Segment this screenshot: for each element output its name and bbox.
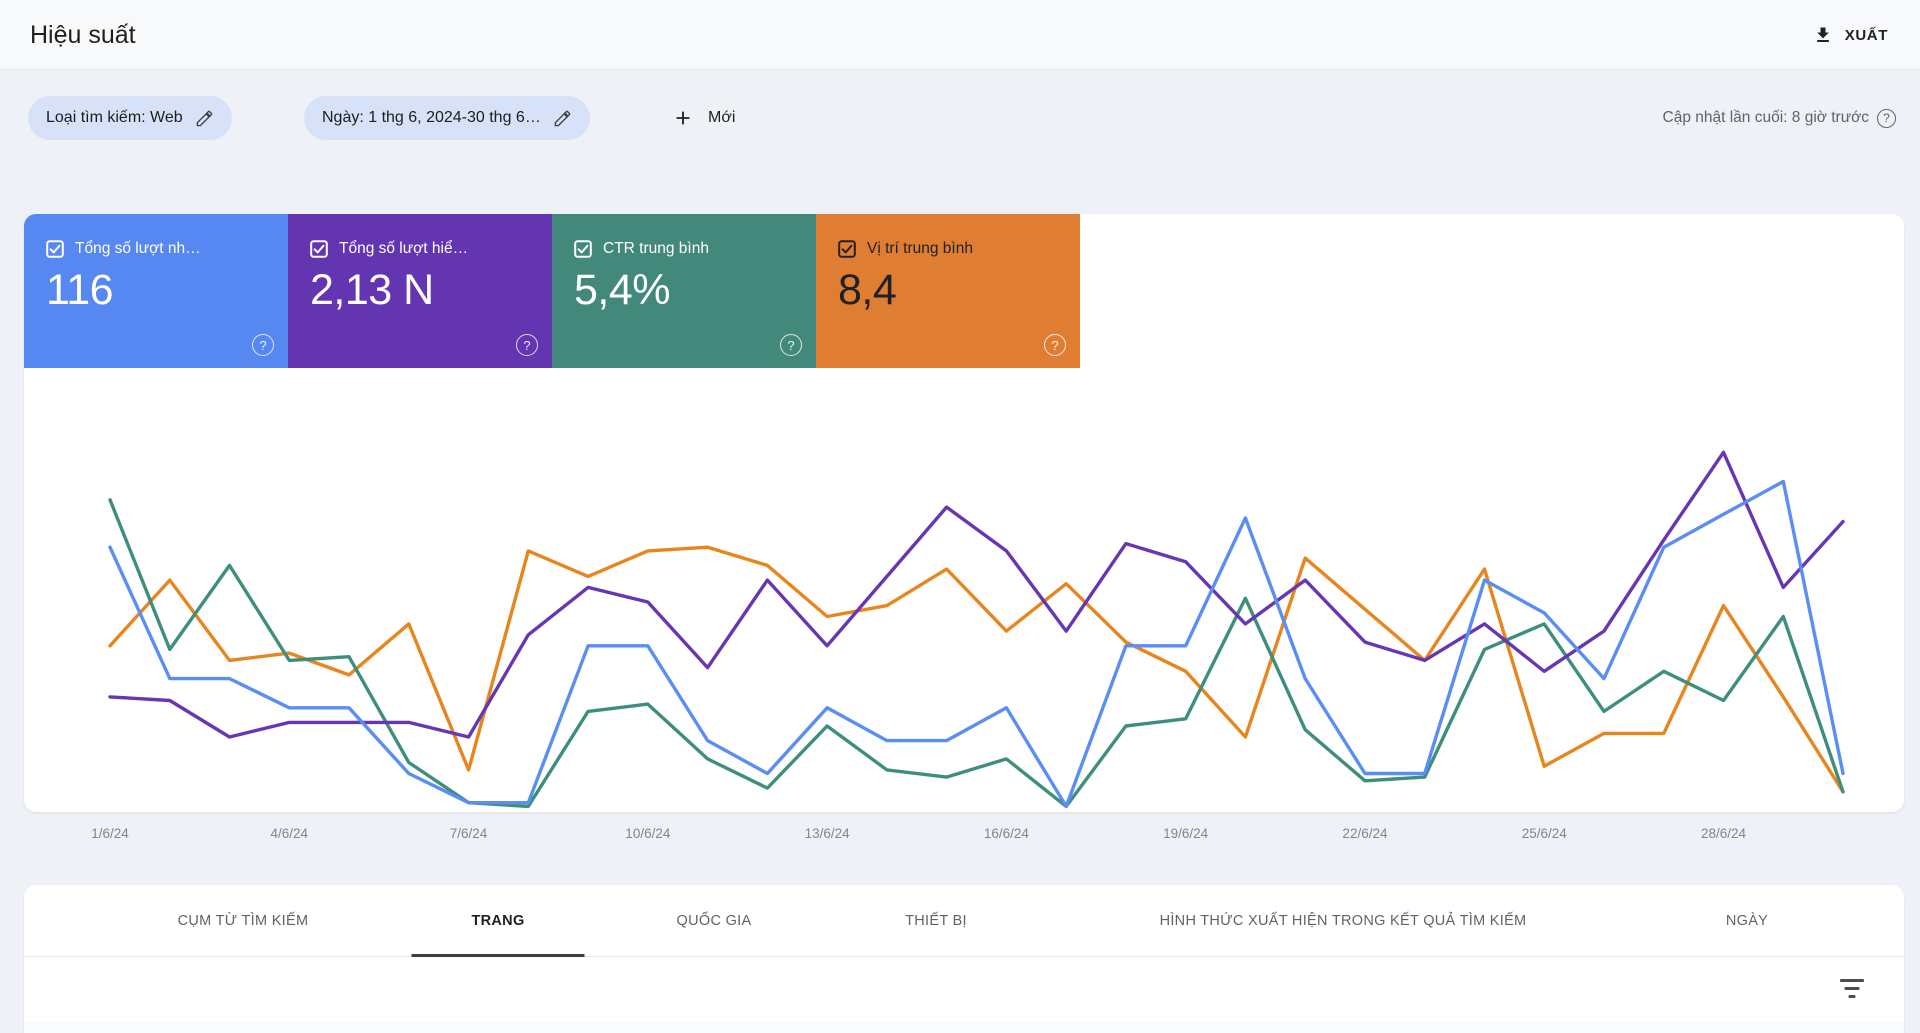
chart-line-position bbox=[108, 545, 1845, 794]
new-filter-button[interactable]: Mới bbox=[666, 96, 741, 140]
checkbox-checked-icon[interactable] bbox=[574, 240, 592, 258]
metric-help-icon[interactable] bbox=[780, 334, 802, 356]
x-axis-label: 25/6/24 bbox=[1521, 826, 1567, 841]
last-updated: Cập nhật lần cuối: 8 giờ trước bbox=[1663, 96, 1896, 140]
x-axis-label: 4/6/24 bbox=[270, 826, 309, 841]
metric-value: 8,4 bbox=[838, 266, 897, 314]
table-filter-icon[interactable] bbox=[1838, 977, 1866, 1001]
metric-value: 116 bbox=[46, 266, 114, 314]
metric-cards-row: Tổng số lượt nh… 116 Tổng số lượt hiể… 2,13… bbox=[24, 214, 1080, 368]
date-range-chip[interactable]: Ngày: 1 thg 6, 2024-30 thg 6… bbox=[304, 96, 590, 140]
metric-value: 5,4% bbox=[574, 266, 671, 314]
tab-countries[interactable]: QUỐC GIA bbox=[617, 885, 812, 957]
export-label: XUẤT bbox=[1844, 26, 1888, 44]
tab-search-appearance[interactable]: HÌNH THỨC XUẤT HIỆN TRONG KẾT QUẢ TÌM KI… bbox=[1100, 885, 1587, 957]
metric-help-icon[interactable] bbox=[252, 334, 274, 356]
last-updated-help-icon[interactable] bbox=[1877, 108, 1896, 128]
page-header: Hiệu suất XUẤT bbox=[0, 0, 1920, 70]
tab-queries[interactable]: CỤM TỪ TÌM KIẾM bbox=[118, 885, 369, 957]
checkbox-checked-icon[interactable] bbox=[310, 240, 328, 258]
table-header-strip bbox=[24, 1022, 1904, 1033]
tab-dates[interactable]: NGÀY bbox=[1666, 885, 1828, 957]
metric-value: 2,13 N bbox=[310, 266, 434, 314]
search-type-chip-label: Loại tìm kiếm: Web bbox=[46, 109, 183, 126]
checkbox-checked-icon[interactable] bbox=[46, 240, 64, 258]
metric-label: Vị trí trung bình bbox=[867, 240, 973, 257]
metric-help-icon[interactable] bbox=[1044, 334, 1066, 356]
x-axis-label: 1/6/24 bbox=[91, 826, 129, 841]
edit-pencil-icon bbox=[196, 110, 212, 126]
checkbox-checked-icon[interactable] bbox=[838, 240, 856, 258]
x-axis-label: 28/6/24 bbox=[1700, 826, 1747, 841]
metric-card-impressions[interactable]: Tổng số lượt hiể… 2,13 N bbox=[288, 214, 552, 368]
x-axis-label: 10/6/24 bbox=[625, 826, 671, 841]
export-button[interactable]: XUẤT bbox=[1807, 0, 1894, 70]
x-axis-label: 19/6/24 bbox=[1163, 826, 1209, 841]
x-axis-label: 22/6/24 bbox=[1342, 826, 1388, 841]
x-axis-label: 16/6/24 bbox=[983, 826, 1029, 841]
new-filter-label: Mới bbox=[708, 109, 736, 126]
plus-icon bbox=[676, 111, 690, 125]
metric-label: CTR trung bình bbox=[603, 240, 709, 257]
download-icon bbox=[1816, 27, 1829, 42]
metric-card-position[interactable]: Vị trí trung bình 8,4 bbox=[816, 214, 1080, 368]
dimension-tabs: CỤM TỪ TÌM KIẾM TRANG QUỐC GIA THIẾT BỊ … bbox=[24, 885, 1904, 957]
metric-label: Tổng số lượt nh… bbox=[75, 240, 201, 257]
metric-card-clicks[interactable]: Tổng số lượt nh… 116 bbox=[24, 214, 288, 368]
x-axis-label: 13/6/24 bbox=[804, 826, 850, 841]
dimensions-table-card: CỤM TỪ TÌM KIẾM TRANG QUỐC GIA THIẾT BỊ … bbox=[24, 885, 1904, 1033]
metric-card-ctr[interactable]: CTR trung bình 5,4% bbox=[552, 214, 816, 368]
date-range-chip-label: Ngày: 1 thg 6, 2024-30 thg 6… bbox=[322, 109, 541, 126]
performance-chart-card: Tổng số lượt nh… 116 Tổng số lượt hiể… 2,13… bbox=[24, 214, 1904, 841]
metric-help-icon[interactable] bbox=[516, 334, 538, 356]
search-console-performance-page: Hiệu suất XUẤT Loại tìm kiếm: Web Ngày: … bbox=[0, 0, 1920, 1033]
edit-pencil-icon bbox=[554, 110, 571, 126]
metric-label: Tổng số lượt hiể… bbox=[339, 240, 469, 257]
x-axis-label: 7/6/24 bbox=[449, 826, 488, 841]
tab-devices[interactable]: THIẾT BỊ bbox=[845, 885, 1027, 957]
page-title: Hiệu suất bbox=[30, 21, 136, 49]
last-updated-text: Cập nhật lần cuối: 8 giờ trước bbox=[1662, 109, 1869, 126]
tab-pages[interactable]: TRANG bbox=[411, 885, 585, 957]
search-type-chip[interactable]: Loại tìm kiếm: Web bbox=[28, 96, 232, 140]
